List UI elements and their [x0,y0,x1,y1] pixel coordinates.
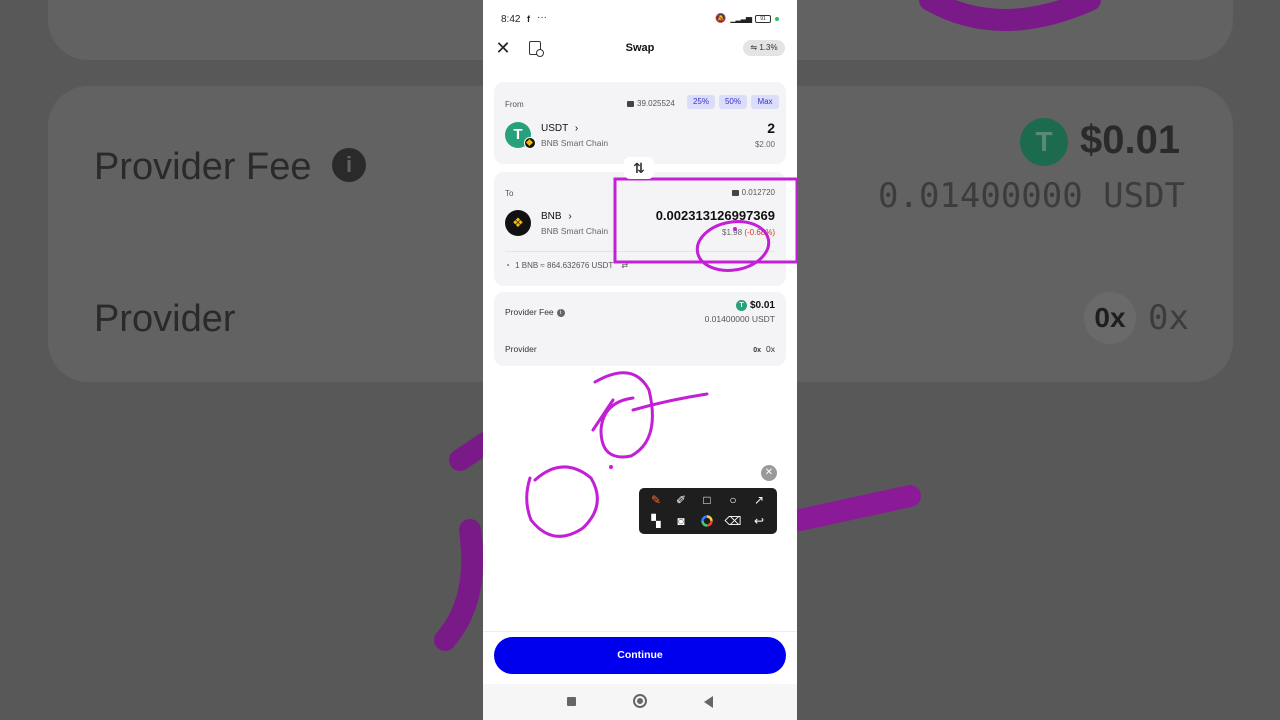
annotation-stroke-b [591,398,615,432]
from-label: From [505,100,524,109]
arrow-icon[interactable]: ↗ [750,491,768,509]
bnb-chain-badge-icon [524,137,536,149]
recents-icon[interactable] [567,697,576,706]
battery-icon: 91 [755,14,771,23]
provider-label: Provider [505,344,537,354]
provider-value: 0x 0x [753,344,775,354]
loading-spinner-icon: ◔ [505,261,510,270]
status-icons: 🔕 ▁▂▃▅ 91 [715,13,779,24]
slippage-value: 1.3% [759,43,778,52]
status-bar: 8:42 f ··· 🔕 ▁▂▃▅ 91 [483,0,797,36]
phone-screen: 8:42 f ··· 🔕 ▁▂▃▅ 91 ✕ Swap ⇋ 1.3% From … [483,0,797,720]
to-price-impact: (-0.68%) [744,228,775,237]
rectangle-icon[interactable]: □ [698,491,716,509]
facebook-icon: f [527,14,530,24]
provider-fee-amount: $0.01 [749,300,775,312]
back-icon[interactable] [704,696,713,708]
to-card: To 0.012720 ❖ BNB › BNB Smart Chain 0.00… [494,172,786,286]
to-balance: 0.012720 [731,188,775,197]
provider-name: 0x [766,344,775,354]
provider-fee-label: Provider Fee i [505,307,565,317]
green-dot-icon [775,16,779,21]
from-usd-value: $2.00 [754,140,775,149]
info-icon[interactable]: i [556,308,565,317]
status-time: 8:42 [501,14,521,25]
mute-icon: 🔕 [715,13,727,23]
exchange-rate-text: 1 BNB ≈ 864.632676 USDT [515,261,614,270]
bottom-separator [483,631,797,632]
home-icon[interactable] [633,694,647,708]
provider-fee-label-text: Provider Fee [505,307,554,317]
fee-card: Provider Fee i T $0.01 0.01400000 USDT Pro… [494,292,786,366]
signal-icon: ▁▂▃▅ [730,14,752,23]
exchange-rate: ◔ 1 BNB ≈ 864.632676 USDT ⇄ [505,261,628,270]
camera-icon[interactable]: ◙ [672,512,690,530]
color-wheel-icon[interactable] [698,512,716,530]
pct-50-button[interactable]: 50% [719,95,747,109]
swap-direction-button[interactable]: ⇅ [624,157,654,179]
to-token-name: BNB [541,211,562,222]
to-balance-value: 0.012720 [741,188,775,197]
circle-icon[interactable]: ○ [724,491,742,509]
to-usd-amount: $1.98 [722,228,743,237]
wallet-icon [731,189,739,196]
sliders-icon: ⇋ [750,43,758,52]
from-token-selector[interactable]: USDT › [541,123,578,134]
annotation-toolbar: ✎ ✐ □ ○ ↗ ▚ ◙ ⌫ ↩ [639,488,777,534]
provider-fee-sub: 0.01400000 USDT [704,314,775,324]
provider-logo-icon: 0x [753,347,762,354]
max-button[interactable]: Max [751,95,779,109]
tether-icon: T [735,300,747,311]
highlighter-icon[interactable]: ✐ [672,491,690,509]
bnb-icon[interactable]: ❖ [505,210,531,236]
to-amount: 0.002313126997369 [651,208,775,223]
eraser-icon[interactable]: ⌫ [724,512,742,530]
from-token-name: USDT [541,123,569,134]
toolbar-close-icon[interactable]: ✕ [761,465,777,481]
from-amount-input[interactable]: 2 [767,120,775,136]
annotation-dot-2 [609,465,613,469]
from-balance: 39.025524 [627,99,675,108]
provider-fee-value: T $0.01 [735,300,775,312]
to-token-selector[interactable]: BNB › [541,211,572,222]
continue-button[interactable]: Continue [494,637,786,674]
brush-icon[interactable]: ✎ [647,491,665,509]
chevron-right-icon: › [568,211,572,222]
annotation-zero [525,465,599,538]
undo-icon[interactable]: ↩ [750,512,768,530]
mosaic-icon[interactable]: ▚ [647,512,665,530]
slippage-button[interactable]: ⇋ 1.3% [743,40,785,56]
android-nav-bar [483,684,797,720]
pct-25-button[interactable]: 25% [687,95,715,109]
more-notifications-icon: ··· [537,12,547,23]
swap-rate-icon[interactable]: ⇄ [621,261,628,270]
to-chain: BNB Smart Chain [541,226,609,236]
from-chain: BNB Smart Chain [541,138,609,148]
from-balance-value: 39.025524 [637,99,675,108]
to-usd-value: $1.98 (-0.68%) [722,228,775,237]
header: ✕ Swap ⇋ 1.3% [483,36,797,62]
divider [505,251,775,252]
to-label: To [505,189,514,198]
annotation-stroke-a [593,371,654,459]
from-card: From 39.025524 25% 50% Max T USDT › BNB … [494,82,786,164]
chevron-right-icon: › [574,123,579,134]
wallet-icon [627,100,634,107]
annotation-stroke-c [631,392,709,412]
